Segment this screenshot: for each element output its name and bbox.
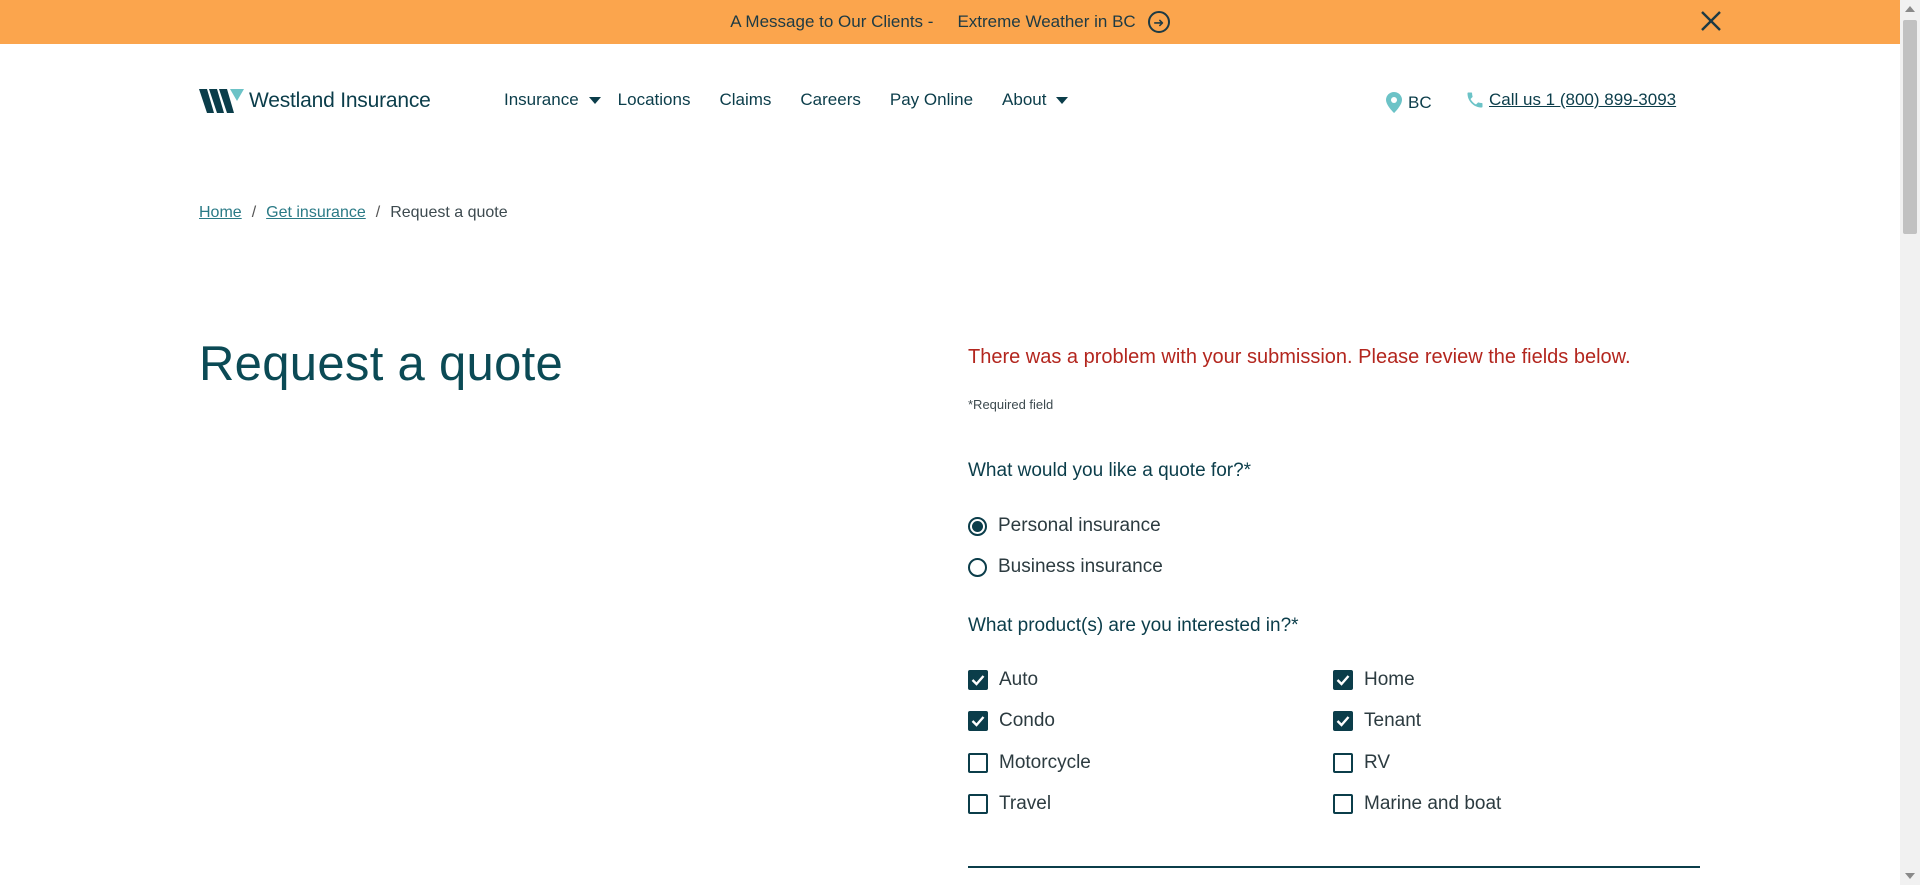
checkbox[interactable] (1333, 670, 1353, 690)
nav-locations[interactable]: Locations (618, 90, 691, 110)
products-label: What product(s) are you interested in?* (968, 615, 1299, 636)
breadcrumb-separator: / (375, 204, 381, 221)
nav-insurance[interactable]: Insurance (504, 90, 601, 110)
radio-label: Business insurance (998, 556, 1163, 577)
checkbox-label: RV (1364, 752, 1391, 773)
page-title: Request a quote (199, 337, 564, 391)
radio-label: Personal insurance (998, 515, 1161, 536)
nav-careers[interactable]: Careers (800, 90, 860, 110)
region-label: BC (1408, 92, 1432, 112)
checkbox-condo[interactable]: Condo (968, 710, 1055, 732)
checkbox-label: Auto (999, 669, 1039, 690)
alert-banner: A Message to Our Clients - Extreme Weath… (0, 0, 1900, 44)
extreme-weather-link-label: Extreme Weather in BC (957, 12, 1136, 31)
checkbox-label: Home (1364, 669, 1415, 690)
westland-w-icon (199, 89, 244, 113)
phone-label: Call us 1 (800) 899-3093 (1489, 90, 1677, 109)
checkmark-icon (1336, 675, 1350, 686)
form-divider (968, 866, 1700, 868)
checkbox[interactable] (968, 753, 988, 773)
required-field-note: *Required field (968, 397, 1054, 412)
breadcrumb-home[interactable]: Home (199, 204, 242, 222)
logo-text: Westland Insurance (249, 89, 431, 112)
alert-message: A Message to Our Clients - (730, 12, 934, 31)
breadcrumb: Home / Get insurance / Request a quote (199, 204, 508, 222)
nav-about-label: About (1002, 90, 1047, 109)
checkbox-label: Marine and boat (1364, 793, 1502, 814)
checkbox-home[interactable]: Home (1333, 669, 1415, 691)
checkbox-label: Travel (999, 793, 1052, 814)
breadcrumb-current: Request a quote (390, 204, 508, 221)
checkbox-label: Condo (999, 710, 1055, 731)
breadcrumb-separator: / (251, 204, 257, 221)
extreme-weather-link[interactable]: Extreme Weather in BC ➜ (957, 11, 1170, 33)
page-scrollbar[interactable] (1900, 0, 1920, 885)
checkbox[interactable] (968, 794, 988, 814)
checkbox-label: Motorcycle (999, 752, 1091, 773)
radio-button[interactable] (968, 516, 987, 536)
nav-about[interactable]: About (1002, 90, 1069, 110)
checkbox[interactable] (1333, 711, 1353, 731)
scroll-down-arrow-icon[interactable] (1905, 873, 1915, 879)
checkbox-motorcycle[interactable]: Motorcycle (968, 752, 1091, 774)
checkbox-auto[interactable]: Auto (968, 669, 1038, 691)
radio-personal-insurance[interactable]: Personal insurance (968, 515, 1161, 537)
checkbox[interactable] (1333, 794, 1353, 814)
chevron-down-icon (1056, 96, 1069, 104)
nav-pay-online[interactable]: Pay Online (890, 90, 973, 110)
checkbox-tenant[interactable]: Tenant (1333, 710, 1421, 732)
scrollbar-thumb[interactable] (1903, 20, 1917, 234)
close-icon[interactable] (1696, 6, 1726, 36)
checkmark-icon (1336, 716, 1350, 727)
checkmark-icon (971, 716, 985, 727)
breadcrumb-get-insurance[interactable]: Get insurance (266, 204, 366, 222)
chevron-down-icon (588, 96, 601, 104)
checkbox[interactable] (968, 670, 988, 690)
checkmark-icon (971, 675, 985, 686)
checkbox-label: Tenant (1364, 710, 1422, 731)
checkbox-travel[interactable]: Travel (968, 793, 1051, 815)
scroll-up-arrow-icon[interactable] (1905, 6, 1915, 12)
checkbox[interactable] (968, 711, 988, 731)
quote-for-label: What would you like a quote for?* (968, 460, 1252, 481)
radio-business-insurance[interactable]: Business insurance (968, 556, 1163, 578)
region-selector[interactable]: BC (1386, 92, 1432, 113)
checkbox[interactable] (1333, 753, 1353, 773)
nav-insurance-label: Insurance (504, 90, 579, 109)
location-pin-icon (1386, 92, 1402, 113)
phone-icon (1467, 92, 1483, 108)
westland-logo[interactable]: Westland Insurance (199, 87, 431, 115)
arrow-circle-right-icon: ➜ (1147, 11, 1170, 33)
phone-link[interactable]: Call us 1 (800) 899-3093 (1465, 90, 1676, 110)
form-error-message: There was a problem with your submission… (968, 346, 1631, 368)
main-nav: Insurance Locations Claims Careers Pay O… (504, 90, 1069, 110)
nav-claims[interactable]: Claims (719, 90, 771, 110)
checkbox-marine-and-boat[interactable]: Marine and boat (1333, 793, 1501, 815)
radio-button[interactable] (968, 557, 987, 577)
checkbox-rv[interactable]: RV (1333, 752, 1390, 774)
